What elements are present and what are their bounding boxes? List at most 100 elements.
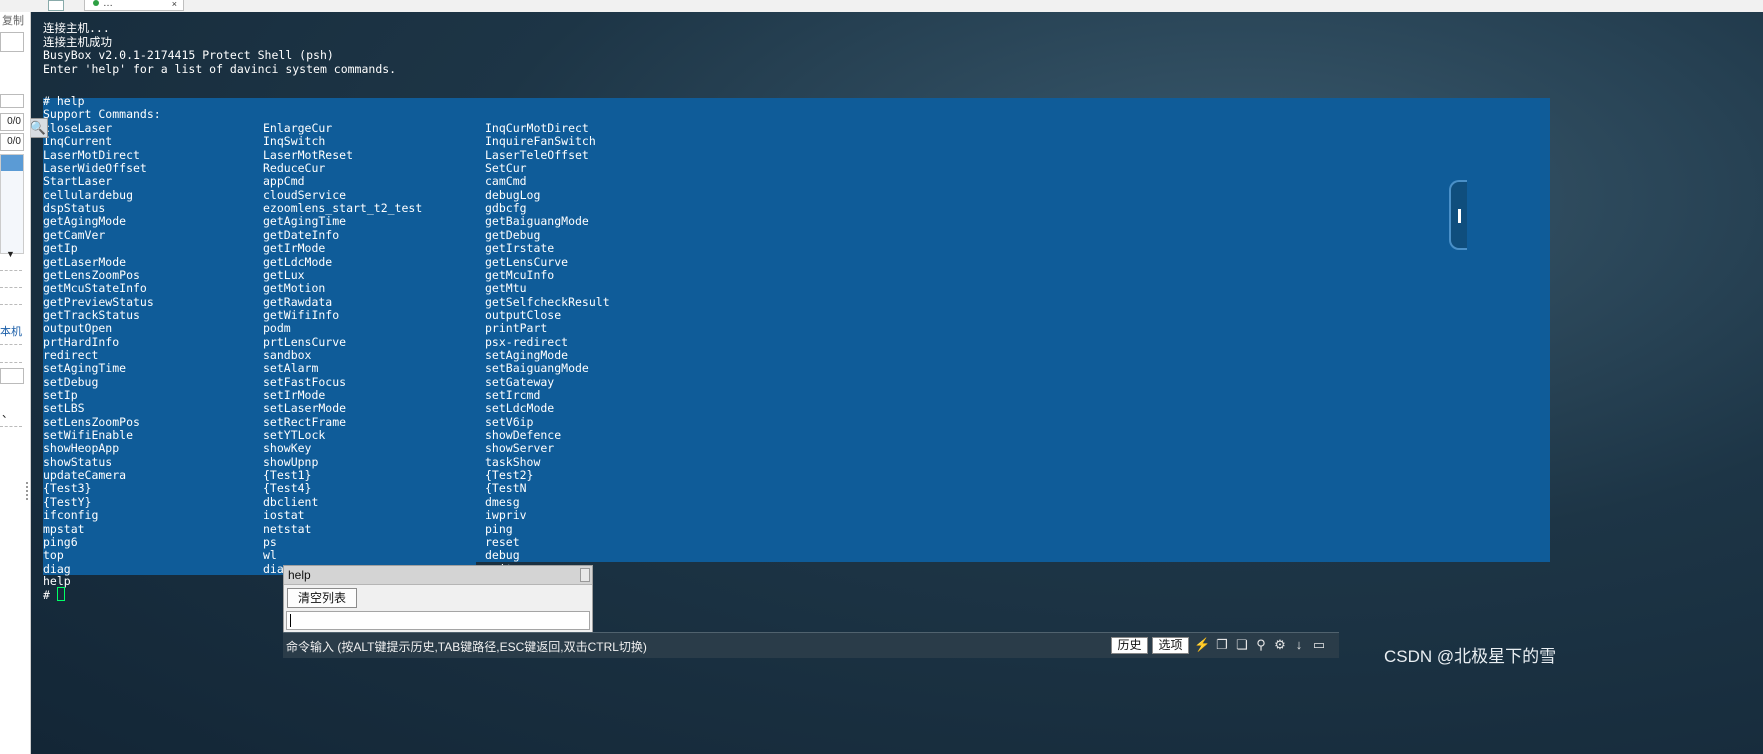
command-name: mpstat [43,521,85,536]
command-name: appCmd [263,174,305,189]
command-name: iostat [263,508,305,523]
command-name: showHeopApp [43,441,120,456]
command-name: getIp [43,241,78,256]
command-name: setRectFrame [263,414,347,429]
command-name: debug [485,548,520,563]
command-name: getRawdata [263,294,333,309]
command-name: getMcuInfo [485,267,555,282]
command-name: updateCamera [43,468,127,483]
command-name: showDefence [485,428,562,443]
search-icon[interactable]: ⚲ [1253,637,1269,653]
counter-box-1: 0/0 [0,113,24,131]
command-name: closeLaser [43,121,113,135]
history-button[interactable]: 历史 [1111,637,1148,654]
command-name: setWifiEnable [43,428,134,443]
command-name: printPart [485,321,548,336]
popup-command-input[interactable] [286,611,590,630]
command-name: getLensCurve [485,254,569,269]
divider [0,270,22,271]
command-name: setIrcmd [485,388,541,402]
panel-resize-grip[interactable] [26,482,30,500]
command-name: getLux [263,267,305,282]
panel-header-fragment: 复制 [2,15,24,27]
prompt-line[interactable]: # [43,587,65,602]
command-name: getAgingMode [43,214,127,229]
panel-field-3[interactable] [0,368,24,384]
command-name: netstat [263,521,312,536]
command-name: taskShow [485,454,541,469]
command-name: podm [263,321,291,336]
session-tab[interactable]: … × [84,0,184,11]
command-name: setDebug [43,374,99,389]
paste-icon[interactable]: ❏ [1234,637,1250,653]
command-name: getLaserMode [43,254,127,269]
command-name: StartLaser [43,174,113,189]
connected-status-icon [93,0,99,6]
new-session-button[interactable] [48,0,64,11]
command-name: ping6 [43,534,78,549]
command-name: getIrstate [485,241,555,256]
command-name: ifconfig [43,508,99,523]
tab-close-icon[interactable]: × [172,0,177,9]
command-name: {Test4} [263,481,312,496]
command-name: {Test2} [485,468,534,483]
lightning-icon[interactable]: ⚡ [1194,637,1210,653]
command-input-bar[interactable]: 命令输入 (按ALT键提示历史,TAB键路径,ESC键返回,双击CTRL切换) … [283,632,1339,658]
command-name: prtLensCurve [263,334,347,349]
command-name: getBaiguangMode [485,214,589,229]
help-prompt-line: # help [43,94,85,108]
left-side-panel: 复制 0/0 0/0 ▼ 本机 、 [0,12,31,754]
command-name: LaserWideOffset [43,161,147,176]
panel-list[interactable] [0,154,24,254]
arrow-down-icon[interactable]: ↓ [1291,637,1307,653]
prompt-symbol: # [43,588,57,602]
command-name: setFastFocus [263,374,347,389]
side-panel-toggle-handle[interactable] [1449,180,1467,250]
support-header-line: Support Commands: [43,107,161,121]
intro-line: Enter 'help' for a list of davinci syste… [43,61,397,76]
panel-field-2[interactable] [0,94,24,108]
command-name: reset [485,534,520,549]
command-name: showServer [485,441,555,456]
command-name: getMtu [485,281,527,296]
command-name: LaserMotReset [263,147,354,162]
clear-list-button[interactable]: 清空列表 [287,588,357,608]
command-name: getTrackStatus [43,307,140,322]
command-name: psx-redirect [485,334,569,349]
command-name: setBaiguangMode [485,361,589,376]
command-name: getPreviewStatus [43,294,154,309]
copy-icon[interactable]: ❐ [1214,637,1230,653]
command-name: {Test1} [263,468,312,483]
command-name: LaserMotDirect [43,147,140,162]
options-button[interactable]: 选项 [1152,637,1189,654]
command-name: setV6ip [485,414,534,429]
command-name: wl [263,548,277,563]
command-name: iwpriv [485,508,527,523]
command-name: showKey [263,441,312,456]
command-name: dbclient [263,494,319,509]
command-name: SetCur [485,161,527,176]
panel-field[interactable] [0,32,24,52]
intro-line: 连接主机成功 [43,34,112,49]
command-name: outputOpen [43,321,113,336]
command-name: top [43,548,64,563]
gear-icon[interactable]: ⚙ [1272,637,1288,653]
command-name: EnlargeCur [263,121,333,135]
command-name: setYTLock [263,428,326,443]
command-name: getCamVer [43,227,106,242]
popup-scrollbar[interactable] [580,568,590,582]
command-name: setLBS [43,401,85,416]
command-name: ReduceCur [263,161,326,176]
divider [0,362,22,363]
command-name: dmesg [485,494,520,509]
command-name: getMcuStateInfo [43,281,147,296]
panel-list-selected-item[interactable] [1,155,23,171]
native-link[interactable]: 本机 [0,323,22,339]
chevron-down-icon[interactable]: ▼ [6,249,15,259]
counter-box-2: 0/0 [0,133,24,151]
watermark: CSDN @北极星下的雪 [1384,647,1557,666]
maximize-icon[interactable]: ▭ [1311,637,1327,653]
command-name: getWifiInfo [263,307,340,322]
search-icon[interactable]: 🔍 [31,118,48,138]
command-name: setIp [43,388,78,402]
